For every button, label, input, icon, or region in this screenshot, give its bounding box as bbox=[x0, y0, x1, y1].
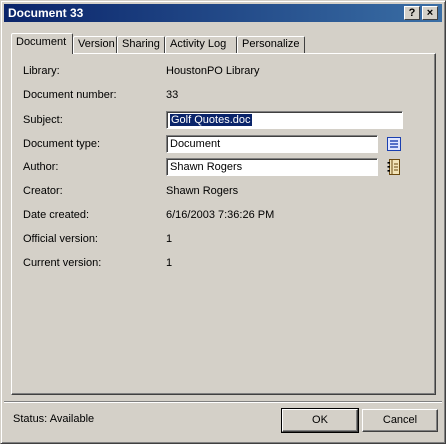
author-value: Shawn Rogers bbox=[170, 161, 243, 173]
date-created-label: Date created: bbox=[23, 209, 90, 221]
official-version-value: 1 bbox=[166, 233, 173, 245]
tab-version[interactable]: Version bbox=[73, 36, 117, 53]
tab-personalize[interactable]: Personalize bbox=[237, 36, 305, 53]
date-created-value: 6/16/2003 7:36:26 PM bbox=[166, 209, 275, 221]
author-input[interactable]: Shawn Rogers bbox=[166, 158, 378, 176]
document-type-label: Document type: bbox=[23, 138, 101, 150]
document-tab-panel bbox=[11, 53, 436, 395]
document-type-picker-button[interactable] bbox=[385, 135, 403, 153]
current-version-label: Current version: bbox=[23, 257, 102, 269]
document-type-value: Document bbox=[170, 138, 221, 150]
author-label: Author: bbox=[23, 161, 59, 173]
tab-activity-log[interactable]: Activity Log bbox=[165, 36, 237, 53]
status-divider bbox=[4, 401, 442, 403]
document-type-input[interactable]: Document bbox=[166, 135, 378, 153]
library-value: HoustonPO Library bbox=[166, 65, 260, 77]
list-icon bbox=[387, 137, 401, 151]
document-number-label: Document number: bbox=[23, 89, 117, 101]
subject-input[interactable]: Golf Quotes.doc bbox=[166, 111, 403, 129]
subject-value: Golf Quotes.doc bbox=[170, 114, 252, 126]
close-icon: × bbox=[426, 7, 434, 19]
status-text: Status: Available bbox=[13, 413, 95, 425]
tab-sharing[interactable]: Sharing bbox=[117, 36, 165, 53]
tab-document[interactable]: Document bbox=[11, 33, 73, 54]
dialog-window: Document 33 ? × Document Version Sharing… bbox=[0, 0, 446, 444]
author-picker-button[interactable] bbox=[385, 158, 403, 176]
library-label: Library: bbox=[23, 65, 60, 77]
cancel-button[interactable]: Cancel bbox=[362, 409, 438, 432]
ok-button[interactable]: OK bbox=[281, 408, 359, 433]
document-number-value: 33 bbox=[166, 89, 179, 101]
current-version-value: 1 bbox=[166, 257, 173, 269]
creator-value: Shawn Rogers bbox=[166, 185, 239, 197]
official-version-label: Official version: bbox=[23, 233, 98, 245]
creator-label: Creator: bbox=[23, 185, 63, 197]
address-book-icon bbox=[387, 159, 400, 175]
help-icon: ? bbox=[408, 7, 416, 19]
title-bar[interactable]: Document 33 ? × bbox=[4, 4, 442, 22]
close-button[interactable]: × bbox=[422, 6, 438, 20]
help-button[interactable]: ? bbox=[404, 6, 420, 20]
window-title: Document 33 bbox=[8, 6, 84, 20]
subject-label: Subject: bbox=[23, 114, 63, 126]
